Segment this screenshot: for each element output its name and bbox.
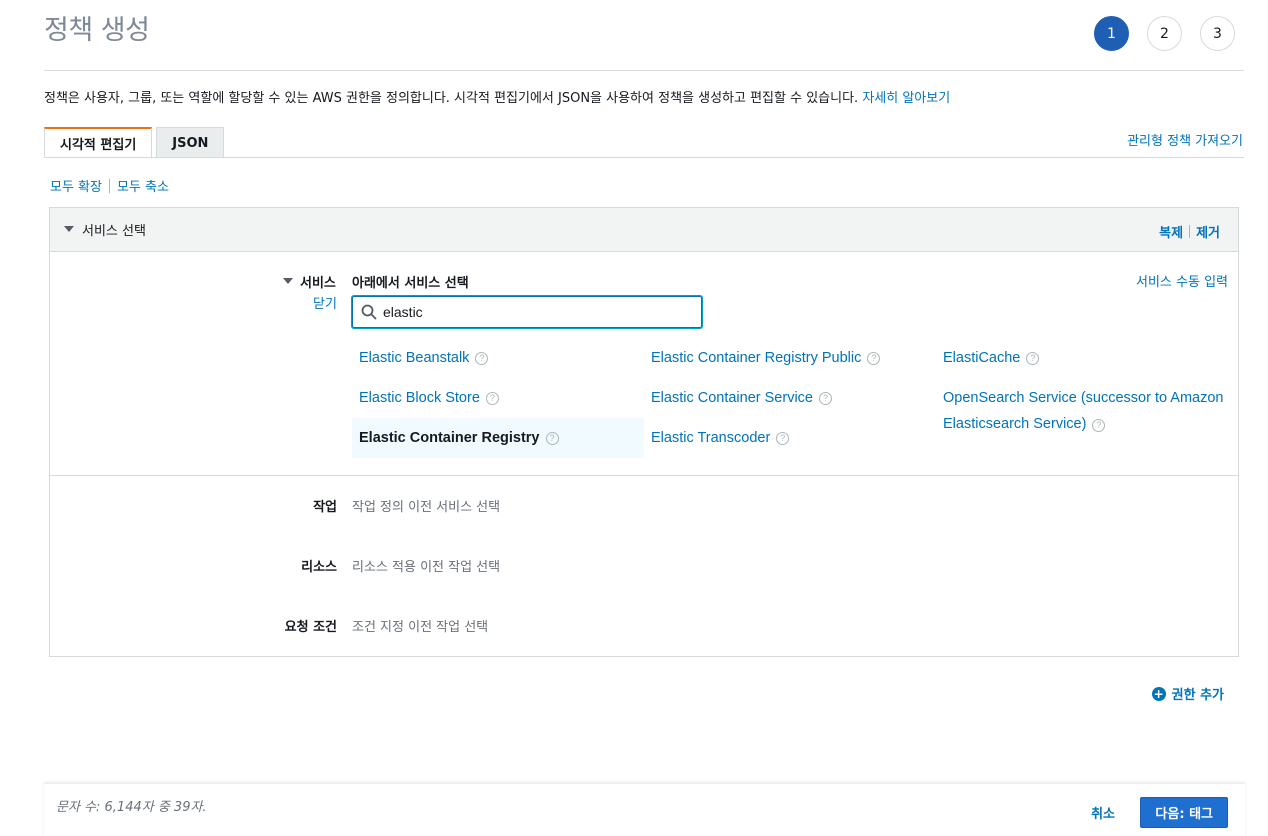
service-option-label: ElastiCache: [943, 350, 1021, 366]
add-permissions-label: 권한 추가: [1171, 688, 1224, 703]
learn-more-link[interactable]: 자세히 알아보기: [862, 91, 950, 106]
service-search-input[interactable]: [383, 304, 683, 320]
request-conditions-label: 요청 조건: [284, 620, 337, 635]
tab-visual-editor[interactable]: 시각적 편집기: [44, 127, 153, 158]
service-option[interactable]: Elastic Block Store ?: [359, 388, 499, 408]
duplicate-link[interactable]: 복제: [1159, 222, 1183, 241]
actions-value: 작업 정의 이전 서비스 선택: [352, 500, 501, 515]
service-option[interactable]: Elastic Container Service ?: [651, 388, 832, 408]
footer-bar: 문자 수: 6,144자 중 39자. 취소 다음: 태그: [44, 783, 1245, 836]
step-3[interactable]: 3: [1200, 16, 1235, 51]
panel-header[interactable]: 서비스 선택 복제 제거: [50, 208, 1238, 252]
help-icon[interactable]: ?: [1092, 419, 1106, 432]
section-divider: [50, 475, 1238, 476]
divider: [1189, 225, 1191, 238]
service-option[interactable]: Elastic Transcoder ?: [651, 428, 790, 448]
help-icon[interactable]: ?: [485, 391, 499, 405]
wizard-steps: 1 2 3: [1094, 16, 1235, 51]
help-icon[interactable]: ?: [475, 351, 489, 365]
cancel-button[interactable]: 취소: [1091, 803, 1115, 822]
help-icon[interactable]: ?: [1026, 351, 1040, 365]
divider: [108, 178, 110, 193]
help-icon[interactable]: ?: [545, 431, 559, 445]
title-divider: [44, 70, 1244, 71]
panel-title: 서비스 선택: [82, 224, 146, 239]
step-2[interactable]: 2: [1147, 16, 1182, 51]
resources-label: 리소스: [301, 560, 337, 575]
resources-value: 리소스 적용 이전 작업 선택: [352, 560, 501, 575]
tab-json[interactable]: JSON: [156, 127, 225, 158]
service-label: 서비스: [300, 276, 336, 291]
next-tags-button[interactable]: 다음: 태그: [1140, 797, 1228, 828]
service-search-field[interactable]: [352, 296, 702, 328]
tabs-divider: [44, 157, 1244, 158]
service-option-label: OpenSearch Service (successor to Amazon …: [943, 390, 1224, 432]
search-icon: [361, 304, 377, 320]
service-option[interactable]: ElastiCache ?: [943, 348, 1040, 368]
caret-down-icon[interactable]: [283, 278, 293, 284]
step-1[interactable]: 1: [1094, 16, 1129, 51]
service-option-label: Elastic Block Store: [359, 390, 480, 406]
expand-all-link[interactable]: 모두 확장: [50, 176, 102, 195]
add-permissions-button[interactable]: + 권한 추가: [1151, 684, 1224, 703]
service-option-label: Elastic Container Registry Public: [651, 350, 862, 366]
character-count: 문자 수: 6,144자 중 39자.: [56, 800, 207, 815]
remove-link[interactable]: 제거: [1196, 222, 1220, 241]
panel-actions: 복제 제거: [1159, 222, 1220, 241]
permission-panel: 서비스 선택 복제 제거 서비스 닫기 아래에서 서비스 선택 서비스 수동 입…: [49, 207, 1239, 657]
help-icon[interactable]: ?: [819, 391, 832, 405]
request-conditions-value: 조건 지정 이전 작업 선택: [352, 620, 489, 635]
help-icon[interactable]: ?: [867, 351, 881, 365]
service-option-label: Elastic Container Registry: [359, 430, 540, 446]
service-option[interactable]: Elastic Beanstalk ?: [359, 348, 489, 368]
help-icon[interactable]: ?: [776, 431, 790, 445]
collapse-all-link[interactable]: 모두 축소: [117, 176, 169, 195]
service-option-label: Elastic Transcoder: [651, 430, 771, 446]
page-title: 정책 생성: [44, 15, 150, 46]
import-managed-policy-link[interactable]: 관리형 정책 가져오기: [1127, 130, 1243, 149]
actions-label: 작업: [313, 500, 337, 515]
plus-circle-icon: +: [1151, 686, 1166, 701]
description-text: 정책은 사용자, 그룹, 또는 역할에 할당할 수 있는 AWS 권한을 정의합…: [44, 91, 859, 106]
caret-down-icon[interactable]: [64, 226, 74, 232]
service-option-label: Elastic Beanstalk: [359, 350, 470, 366]
close-link[interactable]: 닫기: [313, 293, 337, 312]
expand-collapse-controls: 모두 확장 모두 축소: [50, 176, 169, 195]
manual-service-entry-link[interactable]: 서비스 수동 입력: [1136, 271, 1228, 290]
editor-tabs: 시각적 편집기 JSON: [44, 127, 225, 158]
service-option-selected[interactable]: Elastic Container Registry ?: [352, 418, 644, 458]
choose-service-label: 아래에서 서비스 선택: [352, 276, 469, 291]
service-option-label: Elastic Container Service: [651, 390, 813, 406]
service-option[interactable]: Elastic Container Registry Public ?: [651, 348, 881, 368]
service-option[interactable]: OpenSearch Service (successor to Amazon …: [943, 385, 1233, 437]
policy-description: 정책은 사용자, 그룹, 또는 역할에 할당할 수 있는 AWS 권한을 정의합…: [44, 87, 950, 106]
